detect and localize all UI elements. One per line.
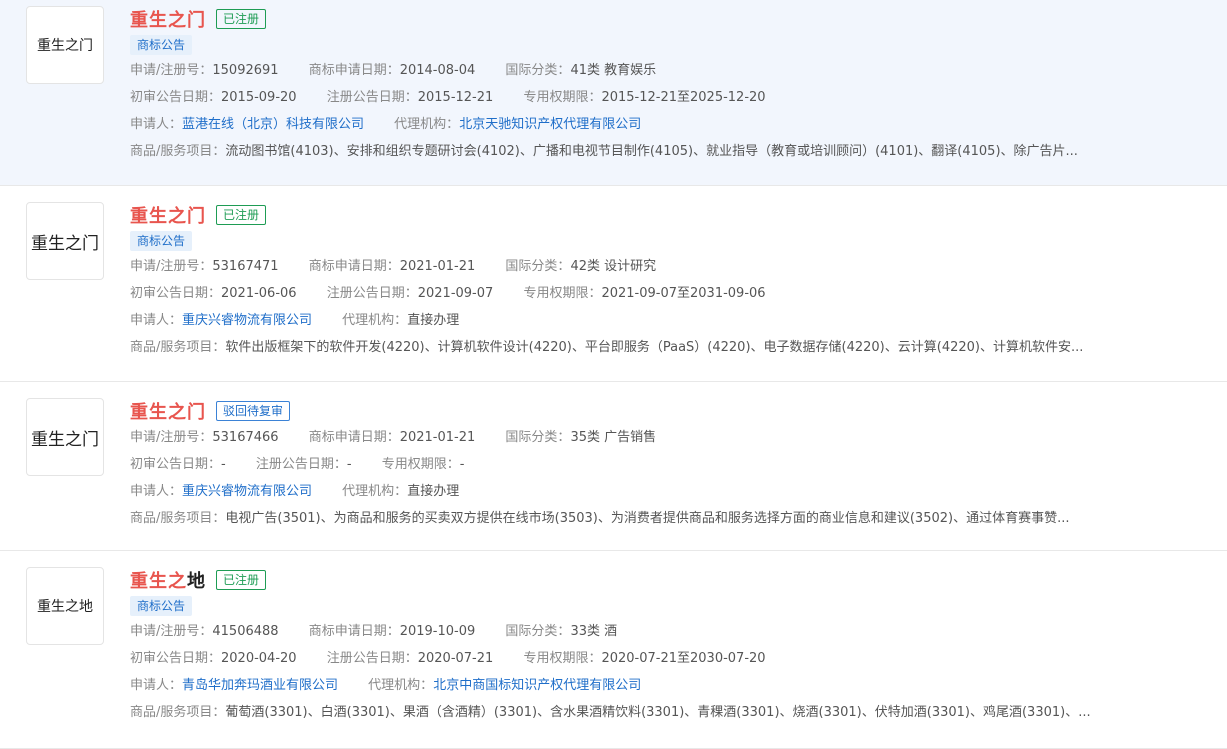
trademark-result-item[interactable]: 重生之地 重生之地 已注册 商标公告 申请/注册号：41506488 商标申请日… [0,551,1227,749]
application-date: 商标申请日期：2019-10-09 [308,624,476,639]
status-badge: 已注册 [216,8,267,29]
registration-announcement-date: 注册公告日期：- [255,457,352,472]
international-class: 国际分类：41类 教育娱乐 [505,63,657,78]
international-class: 国际分类：35类 广告销售 [505,430,657,445]
registration-announcement-date: 注册公告日期：2021-09-07 [326,286,494,301]
applicant: 申请人：重庆兴睿物流有限公司 [130,313,313,328]
application-date: 商标申请日期：2014-08-04 [308,63,476,78]
trademark-logo-image[interactable]: 重生之门 [26,398,104,476]
trademark-logo-image[interactable]: 重生之地 [26,567,104,645]
registration-announcement-date: 注册公告日期：2020-07-21 [326,651,494,666]
agency-text: 直接办理 [407,484,460,499]
application-date: 商标申请日期：2021-01-21 [308,259,476,274]
trademark-name-link[interactable]: 重生之门 [130,398,206,424]
exclusive-right-period: 专用权期限：2015-12-21至2025-12-20 [523,90,766,105]
trademark-name-link[interactable]: 重生之门 [130,6,206,32]
goods-services: 商品/服务项目：流动图书馆(4103)、安排和组织专题研讨会(4102)、广播和… [130,144,1078,159]
application-date: 商标申请日期：2021-01-21 [308,430,476,445]
trademark-logo-image[interactable]: 重生之门 [26,202,104,280]
trademark-result-list: 重生之门 重生之门 已注册 商标公告 申请/注册号：15092691 商标申请日… [0,0,1227,749]
agency: 代理机构：北京天驰知识产权代理有限公司 [394,117,642,132]
goods-services: 商品/服务项目：软件出版框架下的软件开发(4220)、计算机软件设计(4220)… [130,340,1084,355]
applicant-link[interactable]: 蓝港在线（北京）科技有限公司 [182,117,364,132]
agency: 代理机构：直接办理 [342,313,460,328]
applicant: 申请人：重庆兴睿物流有限公司 [130,484,313,499]
exclusive-right-period: 专用权期限：- [381,457,465,472]
registration-number: 申请/注册号：53167471 [130,259,279,274]
registration-announcement-date: 注册公告日期：2015-12-21 [326,90,494,105]
international-class: 国际分类：42类 设计研究 [505,259,657,274]
goods-services: 商品/服务项目：电视广告(3501)、为商品和服务的买卖双方提供在线市场(350… [130,511,1070,526]
exclusive-right-period: 专用权期限：2020-07-21至2030-07-20 [523,651,766,666]
registration-number: 申请/注册号：15092691 [130,63,279,78]
trademark-result-item[interactable]: 重生之门 重生之门 已注册 商标公告 申请/注册号：15092691 商标申请日… [0,0,1227,186]
registration-number: 申请/注册号：53167466 [130,430,279,445]
agency-link[interactable]: 北京中商国标知识产权代理有限公司 [433,678,641,693]
exclusive-right-period: 专用权期限：2021-09-07至2031-09-06 [523,286,766,301]
preliminary-announcement-date: 初审公告日期：- [130,457,226,472]
preliminary-announcement-date: 初审公告日期：2020-04-20 [130,651,297,666]
agency: 代理机构：直接办理 [342,484,460,499]
applicant: 申请人：青岛华加奔玛酒业有限公司 [130,678,339,693]
trademark-result-item[interactable]: 重生之门 重生之门 驳回待复审 申请/注册号：53167466 商标申请日期：2… [0,382,1227,551]
trademark-logo-image[interactable]: 重生之门 [26,6,104,84]
status-badge: 驳回待复审 [216,400,291,421]
preliminary-announcement-date: 初审公告日期：2021-06-06 [130,286,297,301]
agency-text: 直接办理 [407,313,460,328]
goods-services: 商品/服务项目：葡萄酒(3301)、白酒(3301)、果酒（含酒精）(3301)… [130,705,1091,720]
announcement-tag[interactable]: 商标公告 [130,596,193,616]
international-class: 国际分类：33类 酒 [505,624,618,639]
status-badge: 已注册 [216,204,267,225]
trademark-result-item[interactable]: 重生之门 重生之门 已注册 商标公告 申请/注册号：53167471 商标申请日… [0,186,1227,382]
preliminary-announcement-date: 初审公告日期：2015-09-20 [130,90,297,105]
announcement-tag[interactable]: 商标公告 [130,231,193,251]
applicant-link[interactable]: 青岛华加奔玛酒业有限公司 [182,678,338,693]
applicant: 申请人：蓝港在线（北京）科技有限公司 [130,117,365,132]
applicant-link[interactable]: 重庆兴睿物流有限公司 [182,313,312,328]
trademark-name-link[interactable]: 重生之门 [130,202,206,228]
announcement-tag[interactable]: 商标公告 [130,35,193,55]
agency-link[interactable]: 北京天驰知识产权代理有限公司 [459,117,641,132]
agency: 代理机构：北京中商国标知识产权代理有限公司 [368,678,642,693]
trademark-name-link[interactable]: 重生之地 [130,567,206,593]
registration-number: 申请/注册号：41506488 [130,624,279,639]
applicant-link[interactable]: 重庆兴睿物流有限公司 [182,484,312,499]
status-badge: 已注册 [216,569,267,590]
